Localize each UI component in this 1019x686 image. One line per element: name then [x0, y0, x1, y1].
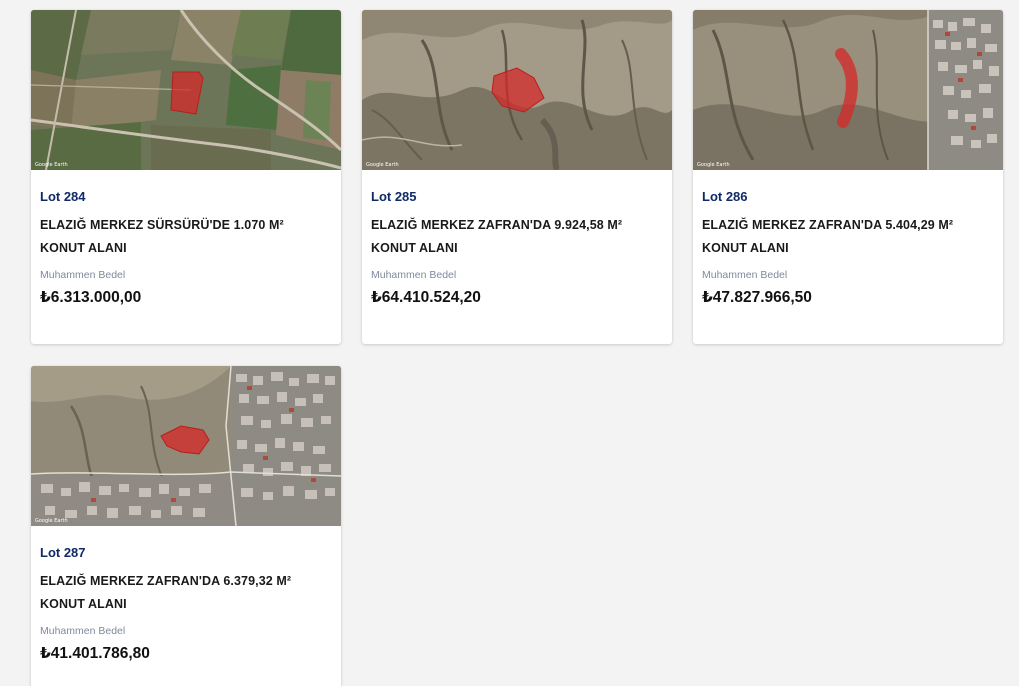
satellite-map-thumbnail[interactable]: Google Earth — [31, 366, 341, 526]
satellite-map-thumbnail[interactable]: Google Earth — [693, 10, 1003, 170]
price-value: ₺6.313.000,00 — [40, 289, 142, 306]
price-label: Muhammen Bedel — [371, 269, 457, 281]
lot-grid: Google Earth Lot 284 ELAZIĞ MERKEZ SÜRSÜ… — [0, 0, 1019, 686]
svg-text:Google Earth: Google Earth — [697, 162, 730, 168]
price-label: Muhammen Bedel — [702, 269, 788, 281]
satellite-map-thumbnail[interactable]: Google Earth — [31, 10, 341, 170]
svg-text:Google Earth: Google Earth — [366, 162, 399, 168]
satellite-map-thumbnail[interactable]: Google Earth — [362, 10, 672, 170]
lot-number: Lot 285 — [371, 189, 417, 204]
lot-title[interactable]: ELAZIĞ MERKEZ ZAFRAN'DA 5.404,29 M² KONU… — [702, 214, 993, 259]
price-value: ₺47.827.966,50 — [702, 289, 812, 306]
lot-number: Lot 284 — [40, 189, 86, 204]
price-value: ₺41.401.786,80 — [40, 645, 150, 662]
lot-number: Lot 286 — [702, 189, 748, 204]
lot-card[interactable]: Google Earth Lot 286 ELAZIĞ MERKEZ ZAFRA… — [693, 10, 1003, 344]
lot-title[interactable]: ELAZIĞ MERKEZ SÜRSÜRÜ'DE 1.070 M² KONUT … — [40, 214, 331, 259]
price-label: Muhammen Bedel — [40, 625, 126, 637]
lot-title[interactable]: ELAZIĞ MERKEZ ZAFRAN'DA 6.379,32 M² KONU… — [40, 570, 331, 615]
svg-text:Google Earth: Google Earth — [35, 518, 68, 524]
lot-number: Lot 287 — [40, 545, 86, 560]
lot-card[interactable]: Google Earth Lot 285 ELAZIĞ MERKEZ ZAFRA… — [362, 10, 672, 344]
lot-card[interactable]: Google Earth Lot 284 ELAZIĞ MERKEZ SÜRSÜ… — [31, 10, 341, 344]
price-label: Muhammen Bedel — [40, 269, 126, 281]
svg-text:Google Earth: Google Earth — [35, 162, 68, 168]
lot-card[interactable]: Google Earth Lot 287 ELAZIĞ MERKEZ ZAFRA… — [31, 366, 341, 686]
lot-title[interactable]: ELAZIĞ MERKEZ ZAFRAN'DA 9.924,58 M² KONU… — [371, 214, 662, 259]
price-value: ₺64.410.524,20 — [371, 289, 481, 306]
